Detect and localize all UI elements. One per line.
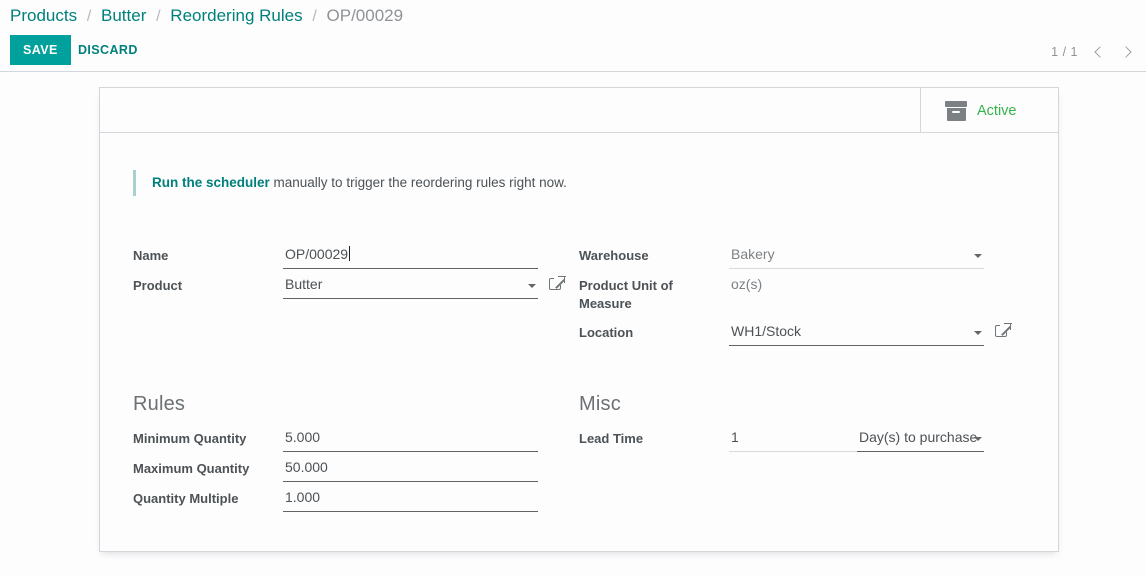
form-column-right: Warehouse Bakery Product Unit of Measure… — [579, 243, 1019, 350]
chevron-down-icon[interactable] — [974, 331, 982, 335]
pager-next-button[interactable] — [1114, 40, 1138, 64]
field-label-minimum-quantity: Minimum Quantity — [133, 431, 247, 446]
warehouse-input[interactable]: Bakery — [729, 243, 984, 269]
chevron-down-icon[interactable] — [974, 254, 982, 258]
breadcrumb-separator: / — [312, 8, 317, 25]
field-label-product: Product — [133, 278, 183, 293]
field-warehouse: Warehouse Bakery — [579, 243, 1019, 271]
text-cursor — [349, 246, 351, 261]
lead-time-input[interactable]: 1 — [729, 426, 857, 452]
save-button[interactable]: SAVE — [10, 35, 71, 65]
breadcrumb-item-products[interactable]: Products — [10, 6, 77, 25]
product-external-link-icon[interactable] — [549, 275, 566, 292]
field-quantity-multiple: Quantity Multiple 1.000 — [133, 486, 553, 514]
field-label-name: Name — [133, 248, 169, 263]
form-sheet: Active Run the scheduler manually to tri… — [99, 87, 1059, 552]
breadcrumb-separator: / — [86, 8, 92, 25]
field-label-product-uom: Product Unit of Measure — [579, 278, 673, 311]
field-label-lead-time: Lead Time — [579, 431, 644, 446]
chevron-down-icon[interactable] — [974, 437, 982, 441]
maximum-quantity-input[interactable]: 50.000 — [283, 456, 538, 482]
field-maximum-quantity: Maximum Quantity 50.000 — [133, 456, 553, 484]
field-name: Name OP/00029 — [133, 243, 553, 271]
pager-previous-button[interactable] — [1088, 40, 1112, 64]
scheduler-alert-text: manually to trigger the reordering rules… — [269, 175, 567, 190]
field-minimum-quantity: Minimum Quantity 5.000 — [133, 426, 553, 454]
misc-section-title: Misc — [579, 393, 621, 415]
reordering-rule-form-page: Products / Butter / Reordering Rules / O… — [0, 0, 1146, 575]
run-scheduler-link[interactable]: Run the scheduler — [152, 175, 270, 190]
scheduler-alert: Run the scheduler manually to trigger th… — [133, 170, 773, 196]
location-input[interactable]: WH1/Stock — [729, 320, 984, 346]
pager: 1 / 1 — [1051, 40, 1138, 64]
breadcrumb-item-butter[interactable]: Butter — [101, 6, 146, 25]
location-external-link-icon[interactable] — [995, 322, 1012, 339]
lead-time-unit-select[interactable]: Day(s) to purchase — [857, 426, 984, 452]
field-label-quantity-multiple: Quantity Multiple — [133, 491, 239, 506]
rules-section: Rules Minimum Quantity 5.000 Maximum Qua… — [133, 391, 553, 516]
product-input[interactable]: Butter — [283, 273, 538, 299]
field-location: Location WH1/Stock — [579, 320, 1019, 348]
breadcrumb-separator: / — [156, 8, 161, 25]
quantity-multiple-input[interactable]: 1.000 — [283, 486, 538, 512]
minimum-quantity-input[interactable]: 5.000 — [283, 426, 538, 452]
chevron-right-icon — [1120, 46, 1132, 58]
misc-section: Misc Lead Time 1 Day(s) to purchase — [579, 391, 1019, 456]
form-column-left: Name OP/00029 Product Butter — [133, 243, 566, 303]
breadcrumb: Products / Butter / Reordering Rules / O… — [10, 4, 403, 29]
field-label-warehouse: Warehouse — [579, 248, 649, 263]
chevron-down-icon[interactable] — [528, 284, 536, 288]
chevron-left-icon — [1094, 46, 1106, 58]
breadcrumb-item-reordering-rules[interactable]: Reordering Rules — [170, 6, 302, 25]
pager-count: 1 / 1 — [1051, 45, 1078, 59]
name-input[interactable]: OP/00029 — [283, 243, 538, 269]
product-uom-value: oz(s) — [731, 276, 763, 292]
breadcrumb-item-current: OP/00029 — [326, 6, 404, 25]
sheet-header: Active — [100, 88, 1058, 133]
status-badge: Active — [977, 102, 1017, 119]
rules-section-title: Rules — [133, 393, 186, 415]
field-product-uom: Product Unit of Measure oz(s) — [579, 273, 1019, 318]
active-status-button[interactable]: Active — [920, 88, 1058, 133]
field-lead-time: Lead Time 1 Day(s) to purchase — [579, 426, 1019, 454]
field-product: Product Butter — [133, 273, 566, 301]
control-panel: SAVE DISCARD 1 / 1 — [0, 32, 1146, 72]
archive-box-icon — [945, 100, 967, 121]
field-label-location: Location — [579, 325, 634, 340]
field-label-maximum-quantity: Maximum Quantity — [133, 461, 250, 476]
discard-button[interactable]: DISCARD — [68, 35, 148, 65]
